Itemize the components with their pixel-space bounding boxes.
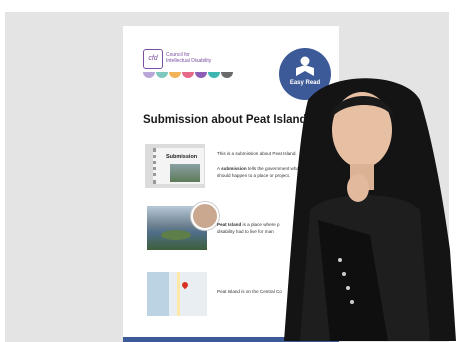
para-3-line2: disability had to live for man [217, 229, 274, 234]
map-road [177, 272, 180, 316]
logo-text: Council for Intellectual Disability [166, 52, 236, 64]
thinking-person-image [284, 78, 456, 341]
notebook-image: Submission [153, 148, 204, 184]
submission-thumbnail: Submission [145, 144, 205, 188]
dot-5 [195, 72, 207, 78]
island-photo-small [170, 164, 200, 182]
thumbnail-caption: Submission [166, 154, 198, 160]
island-shape [161, 230, 191, 240]
dot-2 [156, 72, 168, 78]
map-pin-icon [180, 280, 190, 290]
cid-logo: cfd [143, 49, 163, 69]
para-2-pre: A [217, 166, 220, 171]
para-2-bold: submission [221, 166, 247, 171]
people-photo [191, 202, 219, 230]
dot-4 [182, 72, 194, 78]
map-water [147, 272, 169, 316]
logo-dots [143, 72, 233, 78]
dot-1 [143, 72, 155, 78]
map-thumbnail [147, 272, 207, 316]
dot-6 [208, 72, 220, 78]
para-3-bold: Peat Island [217, 222, 242, 227]
dot-3 [169, 72, 181, 78]
logo-text-line2: Intellectual Disability [166, 58, 212, 64]
dot-7 [221, 72, 233, 78]
